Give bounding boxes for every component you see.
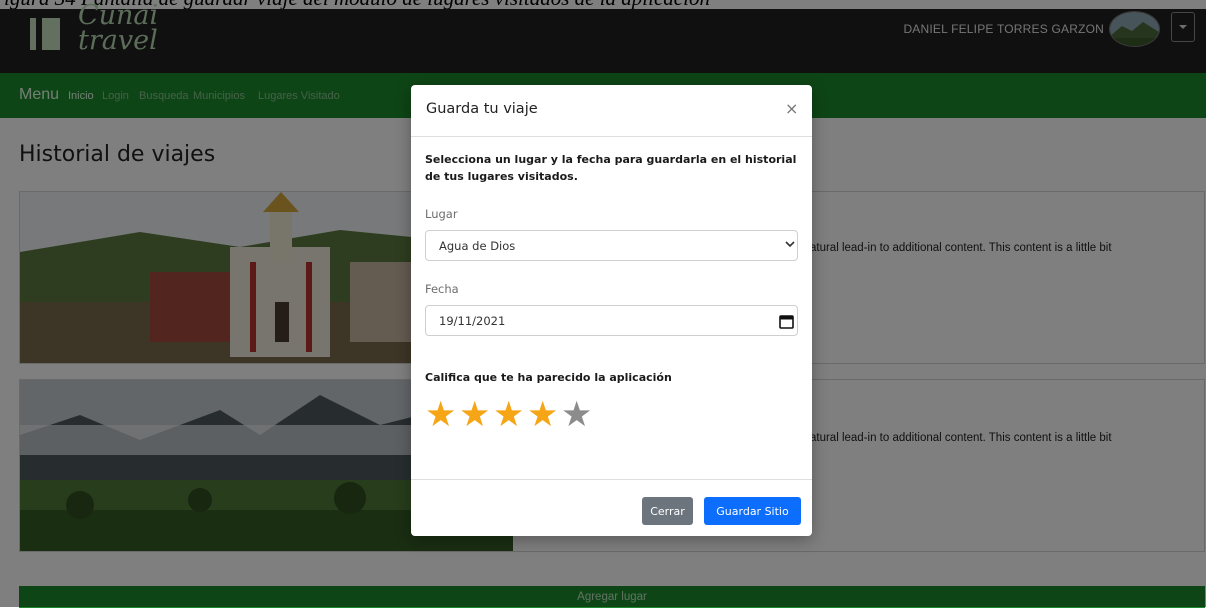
modal-footer: Cerrar Guardar Sitio — [411, 479, 812, 536]
star-filled-icon[interactable]: ★ — [527, 395, 558, 435]
close-icon[interactable]: × — [785, 99, 798, 118]
date-label: Fecha — [425, 282, 459, 296]
date-input-value: 19/11/2021 — [439, 314, 506, 328]
star-empty-icon[interactable]: ★ — [561, 395, 592, 435]
modal-instructions: Selecciona un lugar y la fecha para guar… — [425, 153, 797, 183]
star-filled-icon[interactable]: ★ — [493, 395, 524, 435]
chevron-down-icon — [785, 241, 795, 248]
place-label: Lugar — [425, 207, 458, 221]
modal-header: Guarda tu viaje × — [411, 85, 812, 137]
rating-label: Califica que te ha parecido la aplicació… — [425, 371, 672, 384]
modal-title: Guarda tu viaje — [426, 101, 538, 117]
close-button[interactable]: Cerrar — [642, 497, 693, 525]
calendar-icon[interactable] — [779, 314, 794, 329]
date-input[interactable]: 19/11/2021 — [425, 305, 798, 336]
place-select-value: Agua de Dios — [439, 239, 516, 253]
star-filled-icon[interactable]: ★ — [459, 395, 490, 435]
save-trip-modal: Guarda tu viaje × Selecciona un lugar y … — [411, 85, 812, 536]
star-filled-icon[interactable]: ★ — [425, 395, 456, 435]
place-select[interactable]: Agua de Dios — [425, 230, 798, 261]
save-place-button[interactable]: Guardar Sitio — [704, 497, 801, 525]
